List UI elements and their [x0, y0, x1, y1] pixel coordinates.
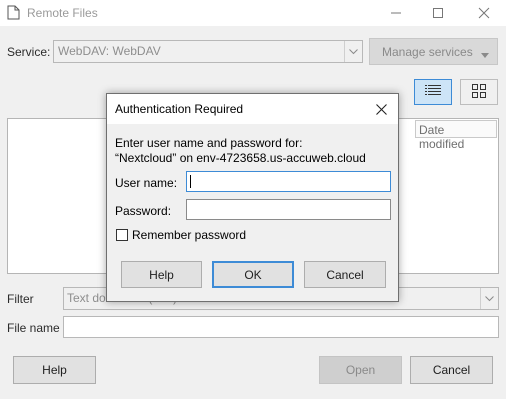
dialog-help-button[interactable]: Help — [121, 261, 202, 288]
manage-services-button[interactable]: Manage services — [369, 38, 498, 65]
manage-services-label: Manage services — [382, 44, 473, 59]
minimize-icon[interactable] — [378, 0, 414, 26]
window-title: Remote Files — [27, 6, 98, 20]
password-label: Password: — [115, 204, 172, 218]
filename-label: File name — [7, 321, 60, 335]
dialog-cancel-button[interactable]: Cancel — [304, 261, 386, 288]
filename-input[interactable] — [63, 316, 499, 338]
service-select[interactable]: WebDAV: WebDAV — [53, 40, 363, 63]
dialog-message: Enter user name and password for: — [115, 136, 303, 150]
dropdown-triangle-icon — [481, 48, 489, 62]
list-view-button[interactable] — [414, 79, 452, 105]
maximize-icon[interactable] — [420, 0, 456, 26]
list-view-icon — [425, 84, 441, 101]
filter-label: Filter — [7, 292, 34, 306]
open-button[interactable]: Open — [319, 356, 402, 384]
username-field[interactable] — [186, 171, 391, 192]
text-caret — [190, 175, 191, 188]
dialog-title: Authentication Required — [115, 102, 244, 116]
chevron-down-icon[interactable] — [344, 41, 362, 62]
authentication-dialog: Authentication Required Enter user name … — [106, 93, 399, 302]
chevron-down-icon[interactable] — [480, 288, 498, 309]
dialog-server: “Nextcloud” on env-4723658.us-accuweb.cl… — [115, 151, 366, 165]
cancel-button[interactable]: Cancel — [410, 356, 493, 384]
service-value: WebDAV: WebDAV — [58, 44, 161, 58]
ok-button[interactable]: OK — [212, 261, 294, 288]
help-button[interactable]: Help — [13, 356, 96, 384]
remember-password-label[interactable]: Remember password — [132, 228, 246, 242]
close-icon[interactable] — [466, 0, 502, 26]
close-icon[interactable] — [369, 98, 393, 120]
username-label: User name: — [115, 176, 178, 190]
document-icon — [7, 5, 20, 20]
service-label: Service: — [7, 45, 51, 59]
remember-password-checkbox[interactable] — [116, 229, 128, 241]
icon-view-button[interactable] — [460, 79, 498, 105]
grid-view-icon — [472, 83, 486, 101]
column-header-date-modified[interactable]: Date modified — [415, 120, 497, 151]
password-field[interactable] — [186, 199, 391, 220]
